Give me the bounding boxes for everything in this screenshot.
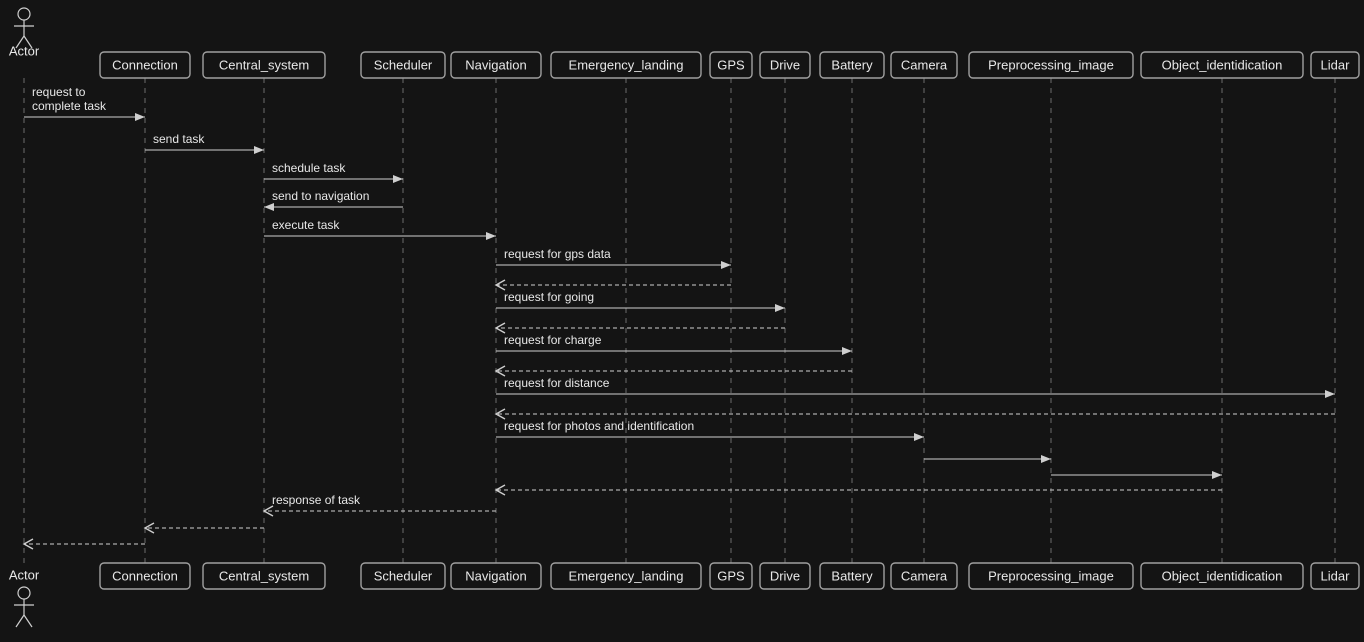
message-label: response of task: [272, 493, 361, 507]
participant-label-lidar: Lidar: [1321, 57, 1351, 72]
actor-label-top: Actor: [9, 43, 40, 58]
participant-label-scheduler: Scheduler: [374, 568, 433, 583]
participant-label-emerg: Emergency_landing: [569, 57, 684, 72]
participant-label-connection: Connection: [112, 568, 178, 583]
message-label: request to: [32, 85, 86, 99]
participant-label-objid: Object_identidication: [1162, 57, 1283, 72]
message-label: execute task: [272, 218, 340, 232]
participant-label-central: Central_system: [219, 57, 309, 72]
participant-label-battery: Battery: [831, 568, 873, 583]
message-label: schedule task: [272, 161, 346, 175]
sequence-diagram: Actor Connection Central_system Scheduler Na…: [0, 0, 1364, 642]
message-label: send to navigation: [272, 189, 369, 203]
participant-label-camera: Camera: [901, 57, 948, 72]
participant-label-objid: Object_identidication: [1162, 568, 1283, 583]
participant-label-gps: GPS: [717, 568, 745, 583]
participant-label-connection: Connection: [112, 57, 178, 72]
participant-label-emerg: Emergency_landing: [569, 568, 684, 583]
message-label: request for gps data: [504, 247, 611, 261]
participant-label-drive: Drive: [770, 568, 800, 583]
participant-label-scheduler: Scheduler: [374, 57, 433, 72]
participant-label-camera: Camera: [901, 568, 948, 583]
participant-label-lidar: Lidar: [1321, 568, 1351, 583]
participant-label-navigation: Navigation: [465, 568, 526, 583]
participant-label-prep: Preprocessing_image: [988, 57, 1114, 72]
actor-label-bottom: Actor: [9, 567, 40, 582]
message-label: request for going: [504, 290, 594, 304]
participant-label-drive: Drive: [770, 57, 800, 72]
actor-stick-icon: [14, 587, 34, 627]
actor-stick-icon: [14, 8, 34, 48]
message-label: request for distance: [504, 376, 610, 390]
message-label: request for photos and identification: [504, 419, 694, 433]
participant-label-prep: Preprocessing_image: [988, 568, 1114, 583]
participant-label-navigation: Navigation: [465, 57, 526, 72]
message-label: send task: [153, 132, 205, 146]
message-label: request for charge: [504, 333, 602, 347]
message-label-line2: complete task: [32, 99, 107, 113]
participant-label-central: Central_system: [219, 568, 309, 583]
participant-label-gps: GPS: [717, 57, 745, 72]
participant-label-battery: Battery: [831, 57, 873, 72]
